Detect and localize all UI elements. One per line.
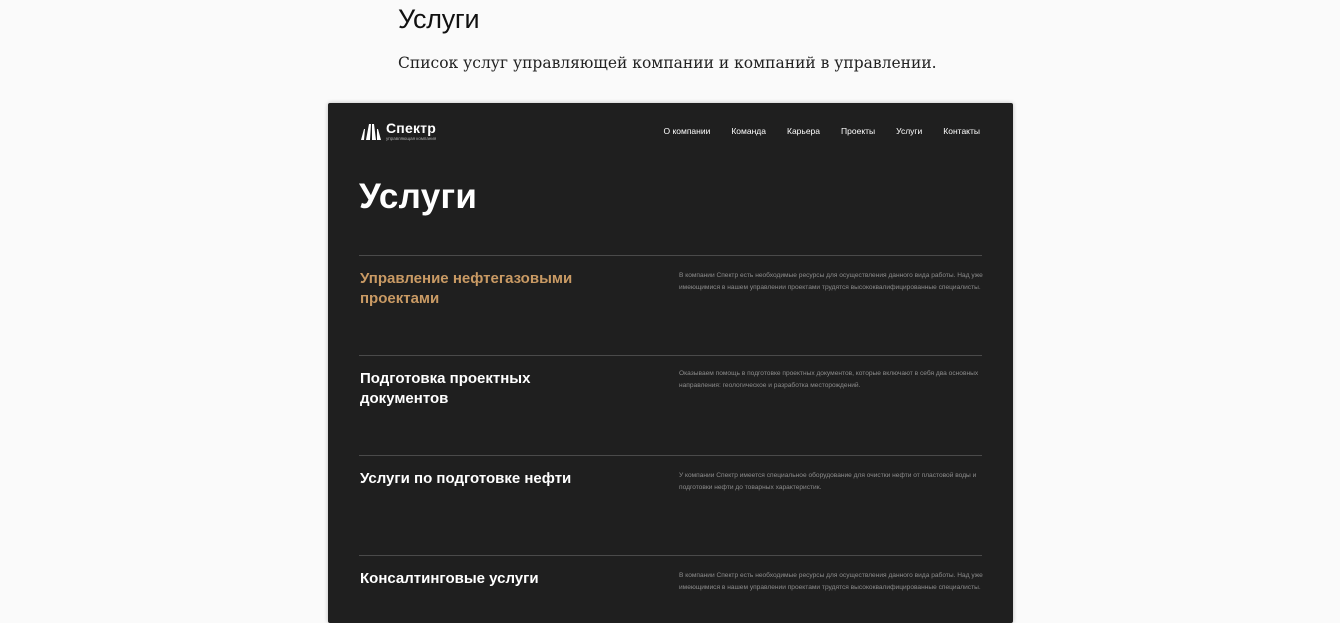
service-item[interactable]: Услуги по подготовке нефти У компании Сп…: [359, 455, 982, 491]
service-title[interactable]: Услуги по подготовке нефти: [360, 469, 620, 489]
logo-tagline: управляющая компания: [386, 136, 437, 141]
service-description: В компании Спектр есть необходимые ресур…: [679, 572, 983, 591]
page-title: Услуги: [398, 4, 480, 34]
main-nav: О компании Команда Карьера Проекты Услуг…: [642, 126, 980, 136]
service-title[interactable]: Управление нефтегазовыми проектами: [360, 269, 620, 308]
nav-services[interactable]: Услуги: [896, 126, 922, 136]
nav-team[interactable]: Команда: [731, 126, 766, 136]
service-item[interactable]: Подготовка проектных документов Оказывае…: [359, 355, 982, 407]
nav-contacts[interactable]: Контакты: [943, 126, 980, 136]
hero-title: Услуги: [359, 177, 478, 216]
nav-about[interactable]: О компании: [663, 126, 710, 136]
nav-projects[interactable]: Проекты: [841, 126, 875, 136]
site-logo[interactable]: Спектр управляющая компания: [360, 121, 436, 143]
service-item[interactable]: Консалтинговые услуги В компании Спектр …: [359, 555, 983, 591]
service-item[interactable]: Управление нефтегазовыми проектами В ком…: [359, 255, 983, 307]
site-preview: Спектр управляющая компания О компании К…: [328, 103, 1013, 623]
nav-career[interactable]: Карьера: [787, 126, 820, 136]
service-description: Оказываем помощь в подготовке проектных …: [679, 370, 979, 389]
service-description: В компании Спектр есть необходимые ресур…: [679, 272, 983, 291]
spectr-logo-icon: [361, 124, 381, 140]
logo-name: Спектр: [386, 120, 436, 136]
page-subtitle: Список услуг управляющей компании и комп…: [398, 54, 937, 72]
service-title[interactable]: Подготовка проектных документов: [360, 369, 620, 408]
service-title[interactable]: Консалтинговые услуги: [360, 569, 620, 589]
service-description: У компании Спектр имеется специальное об…: [679, 472, 977, 491]
